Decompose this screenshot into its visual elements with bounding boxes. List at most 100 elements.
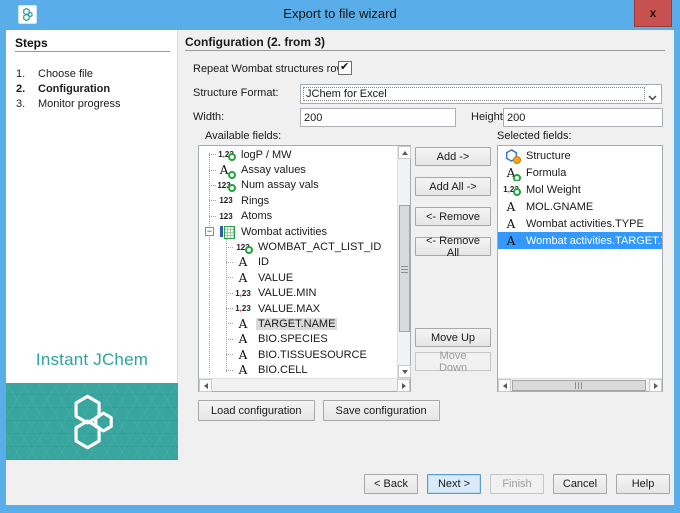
text-field-icon: A xyxy=(501,200,521,214)
tree-guide xyxy=(226,262,233,263)
help-button[interactable]: Help xyxy=(616,474,670,494)
tree-item-atoms[interactable]: 123Atoms xyxy=(199,209,397,224)
tree-guide xyxy=(226,323,233,324)
scroll-down-button[interactable] xyxy=(398,365,411,378)
tree-item-wombat-activities[interactable]: Wombat activities xyxy=(199,224,397,239)
available-fields-tree: 1,23logP / MWAcAssay values123cNum assay… xyxy=(199,147,397,378)
selected-fields-label: Selected fields: xyxy=(497,130,572,142)
tree-item-logp-mw[interactable]: 1,23logP / MW xyxy=(199,147,397,162)
selected-item-mol-gname[interactable]: AMOL.GNAME xyxy=(498,198,662,215)
scroll-right-button[interactable] xyxy=(397,379,410,392)
move-down-button[interactable]: Move Down xyxy=(415,352,491,371)
tree-item-value-min[interactable]: 1,23VALUE.MIN xyxy=(199,286,397,301)
tree-item-rings[interactable]: 123Rings xyxy=(199,193,397,208)
export-wizard-dialog: Export to file wizard x Steps 1.Choose f… xyxy=(0,0,680,513)
decimal-field-icon: 1,23 xyxy=(216,150,236,159)
scroll-up-button[interactable] xyxy=(398,146,411,159)
selected-fields-rows: StructureAFormula1,23Mol WeightAMOL.GNAM… xyxy=(498,147,662,378)
cancel-button[interactable]: Cancel xyxy=(553,474,607,494)
field-label: VALUE.MAX xyxy=(256,303,322,315)
remove-button[interactable]: <- Remove xyxy=(415,207,491,226)
save-configuration-button[interactable]: Save configuration xyxy=(323,400,440,421)
selected-item-structure[interactable]: Structure xyxy=(498,147,662,164)
tree-collapse-icon[interactable] xyxy=(205,227,214,236)
selected-item-wombat-activities-type[interactable]: AWombat activities.TYPE xyxy=(498,215,662,232)
configuration-buttons: Load configuration Save configuration xyxy=(198,400,440,421)
step-number: 1. xyxy=(16,68,38,80)
field-label: Rings xyxy=(239,195,271,207)
scroll-left-button[interactable] xyxy=(498,379,511,392)
load-configuration-button[interactable]: Load configuration xyxy=(198,400,315,421)
selected-item-mol-weight[interactable]: 1,23Mol Weight xyxy=(498,181,662,198)
repeat-rows-checkbox[interactable] xyxy=(338,61,352,75)
structure-format-select[interactable]: JChem for Excel xyxy=(300,84,662,104)
selected-item-formula[interactable]: AFormula xyxy=(498,164,662,181)
tree-guide xyxy=(226,308,233,309)
decimal-field-icon: 1,23 xyxy=(233,289,253,298)
tree-item-bio-species[interactable]: ABIO.SPECIES xyxy=(199,332,397,347)
field-label: BIO.SPECIES xyxy=(256,333,330,345)
calculated-field-badge xyxy=(513,174,521,182)
height-label: Height: xyxy=(471,111,506,123)
tree-item-id[interactable]: AID xyxy=(199,255,397,270)
text-field-icon: A xyxy=(233,317,253,331)
scrollbar-thumb[interactable] xyxy=(512,380,646,391)
field-label: Wombat activities xyxy=(239,226,329,238)
close-button[interactable]: x xyxy=(634,0,672,27)
structure-icon xyxy=(501,149,521,162)
horizontal-scrollbar[interactable] xyxy=(498,378,662,391)
field-label: Formula xyxy=(524,167,568,179)
scrollbar-thumb[interactable] xyxy=(399,205,410,332)
tree-item-assay-values[interactable]: AcAssay values xyxy=(199,162,397,177)
tree-item-value-max[interactable]: 1,23VALUE.MAX xyxy=(199,301,397,316)
selected-item-wombat-activities-target-type[interactable]: AWombat activities.TARGET.TYPE xyxy=(498,232,662,249)
repeat-rows-label: Repeat Wombat structures rows: xyxy=(193,63,353,75)
text-field-icon: A xyxy=(233,271,253,285)
width-input[interactable] xyxy=(300,108,456,127)
text-field-icon: A xyxy=(233,332,253,346)
horizontal-scrollbar[interactable] xyxy=(199,378,410,391)
tree-item-bio-cell[interactable]: ABIO.CELL xyxy=(199,362,397,377)
arrow-left-icon xyxy=(204,383,208,389)
int-field-icon: 123 xyxy=(216,212,236,221)
steps-header: Steps xyxy=(15,36,48,50)
chevron-down-icon[interactable] xyxy=(648,92,657,104)
tree-item-target-name[interactable]: ATARGET.NAME xyxy=(199,316,397,331)
step-number: 3. xyxy=(16,98,38,110)
next-button[interactable]: Next > xyxy=(427,474,481,494)
vertical-scrollbar[interactable] xyxy=(397,146,410,378)
field-label: Wombat activities.TARGET.TYPE xyxy=(524,235,662,247)
structure-badge xyxy=(513,156,521,164)
available-fields-list[interactable]: 1,23logP / MWAcAssay values123cNum assay… xyxy=(198,145,411,392)
tree-guide xyxy=(226,354,233,355)
width-label: Width: xyxy=(193,111,224,123)
tree-guide xyxy=(226,293,233,294)
titlebar[interactable]: Export to file wizard x xyxy=(0,0,680,30)
height-input[interactable] xyxy=(503,108,663,127)
text-field-icon: A xyxy=(501,166,521,180)
remove-all-button[interactable]: <- Remove All xyxy=(415,237,491,256)
add-all-button[interactable]: Add All -> xyxy=(415,177,491,196)
tree-item-num-assay-vals[interactable]: 123cNum assay vals xyxy=(199,178,397,193)
brand-name: Instant JChem xyxy=(6,350,178,370)
scroll-left-button[interactable] xyxy=(199,379,212,392)
arrow-right-icon xyxy=(654,383,658,389)
tree-item-wombat-act-list-id[interactable]: 123WOMBAT_ACT_LIST_ID xyxy=(199,239,397,254)
back-button[interactable]: < Back xyxy=(364,474,418,494)
move-up-button[interactable]: Move Up xyxy=(415,328,491,347)
steps-divider xyxy=(15,51,170,52)
sidebar-step-choose-file: 1.Choose file xyxy=(16,66,173,81)
tree-item-value[interactable]: AVALUE xyxy=(199,270,397,285)
decimal-field-icon: 1,23 xyxy=(233,304,253,313)
scroll-right-button[interactable] xyxy=(649,379,662,392)
tree-guide xyxy=(209,200,216,201)
text-field-icon: A xyxy=(501,234,521,248)
field-label: Structure xyxy=(524,150,573,162)
tree-item-bio-tissuesource[interactable]: ABIO.TISSUESOURCE xyxy=(199,347,397,362)
finish-button[interactable]: Finish xyxy=(490,474,544,494)
tree-guide xyxy=(226,370,233,371)
brand-banner xyxy=(6,383,178,460)
tree-guide xyxy=(226,339,233,340)
add-button[interactable]: Add -> xyxy=(415,147,491,166)
selected-fields-list[interactable]: StructureAFormula1,23Mol WeightAMOL.GNAM… xyxy=(497,145,663,392)
